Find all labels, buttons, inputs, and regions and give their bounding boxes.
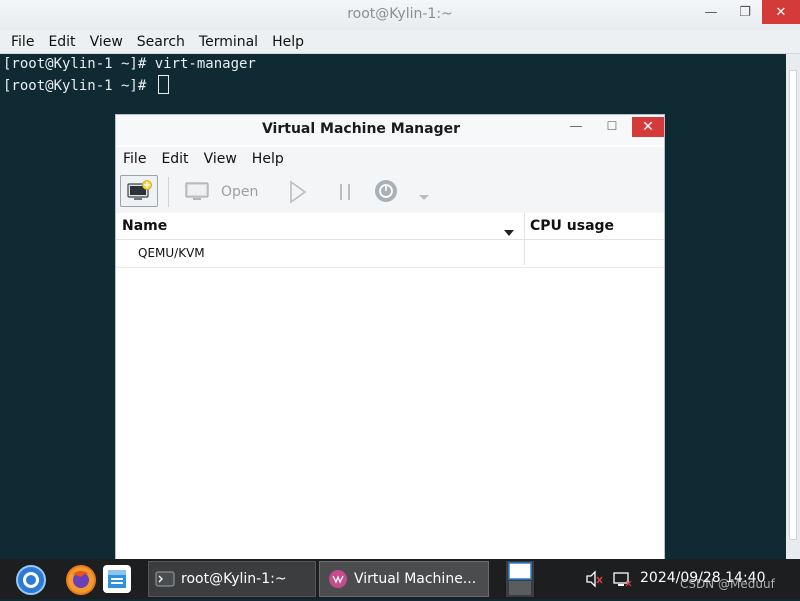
vmm-title: Virtual Machine Manager <box>261 121 461 137</box>
shutdown-menu-dropdown[interactable] <box>418 187 430 206</box>
terminal-menu-terminal[interactable]: Terminal <box>199 34 258 50</box>
workspace-switcher[interactable] <box>506 561 534 597</box>
terminal-minimize-button[interactable]: — <box>696 0 726 24</box>
vmm-close-button[interactable]: ✕ <box>632 117 664 137</box>
vmm-menu-view[interactable]: View <box>204 151 237 167</box>
volume-muted-icon[interactable] <box>584 569 604 593</box>
column-header-name[interactable]: Name <box>122 218 167 234</box>
column-header-cpu-usage[interactable]: CPU usage <box>530 218 614 234</box>
vmm-maximize-button[interactable]: ☐ <box>602 119 622 137</box>
terminal-menu-search[interactable]: Search <box>137 34 185 50</box>
firefox-icon <box>68 567 94 593</box>
taskbar-item-vmm[interactable]: Virtual Machine... <box>319 561 489 597</box>
vmm-minimize-button[interactable]: — <box>566 119 586 137</box>
terminal-line: [root@Kylin-1 ~]# virt-manager <box>3 56 256 72</box>
terminal-prompt-line: [root@Kylin-1 ~]# <box>3 75 169 94</box>
terminal-menu-view[interactable]: View <box>90 34 123 50</box>
workspace-icon <box>508 562 532 595</box>
terminal-title: root@Kylin-1:~ <box>347 6 453 22</box>
connection-row-qemu-kvm[interactable]: QEMU/KVM <box>116 239 664 268</box>
vmm-toolbar: Open <box>116 171 664 214</box>
vm-list-header: Name CPU usage <box>116 213 664 265</box>
start-menu-button[interactable] <box>16 565 46 595</box>
taskbar-item-terminal[interactable]: root@Kylin-1:~ <box>148 561 316 597</box>
terminal-menubar: File Edit View Search Terminal Help <box>0 30 800 54</box>
new-vm-button[interactable] <box>120 175 158 207</box>
terminal-prompt: [root@Kylin-1 ~]# <box>3 78 155 94</box>
chevron-down-icon <box>419 195 429 200</box>
terminal-cursor <box>157 75 169 94</box>
terminal-scrollbar[interactable] <box>786 54 800 559</box>
file-manager-icon <box>108 570 126 588</box>
vmm-titlebar: Virtual Machine Manager — ☐ ✕ <box>116 115 664 145</box>
terminal-menu-edit[interactable]: Edit <box>48 34 75 50</box>
connection-label: QEMU/KVM <box>138 246 205 260</box>
vmm-menu-edit[interactable]: Edit <box>161 151 188 167</box>
virt-manager-icon <box>329 570 347 588</box>
terminal-menu-file[interactable]: File <box>11 34 34 50</box>
run-button[interactable] <box>288 180 308 208</box>
vmm-window: Virtual Machine Manager — ☐ ✕ File Edit … <box>115 114 665 564</box>
new-vm-icon <box>127 180 152 200</box>
pause-button[interactable] <box>338 182 354 206</box>
vmm-menu-help[interactable]: Help <box>252 151 284 167</box>
taskbar: root@Kylin-1:~ Virtual Machine... 2024/0… <box>0 559 800 599</box>
monitor-icon <box>185 182 209 200</box>
vmm-menubar: File Edit View Help <box>116 147 664 171</box>
open-button[interactable] <box>184 181 210 207</box>
vmm-menu-file[interactable]: File <box>123 151 146 167</box>
terminal-titlebar: root@Kylin-1:~ — ❐ ✕ <box>0 0 800 30</box>
watermark-text: CSDN @Meduuf <box>680 577 775 591</box>
terminal-close-button[interactable]: ✕ <box>762 0 800 24</box>
terminal-menu-help[interactable]: Help <box>272 34 304 50</box>
toolbar-separator <box>168 177 169 207</box>
terminal-icon <box>155 571 175 587</box>
open-button-label[interactable]: Open <box>221 184 258 200</box>
power-icon <box>375 180 397 202</box>
terminal-maximize-button[interactable]: ❐ <box>730 0 760 24</box>
network-icon[interactable] <box>612 569 632 593</box>
file-manager-launcher[interactable] <box>103 565 131 593</box>
taskbar-item-terminal-label: root@Kylin-1:~ <box>181 571 287 587</box>
firefox-launcher[interactable] <box>66 565 96 595</box>
kylin-logo-icon <box>23 572 39 588</box>
taskbar-item-vmm-label: Virtual Machine... <box>354 571 477 587</box>
play-icon <box>290 180 307 204</box>
terminal-scrollbar-thumb[interactable] <box>789 70 797 540</box>
shutdown-button[interactable] <box>374 179 398 207</box>
pause-icon <box>340 184 350 200</box>
